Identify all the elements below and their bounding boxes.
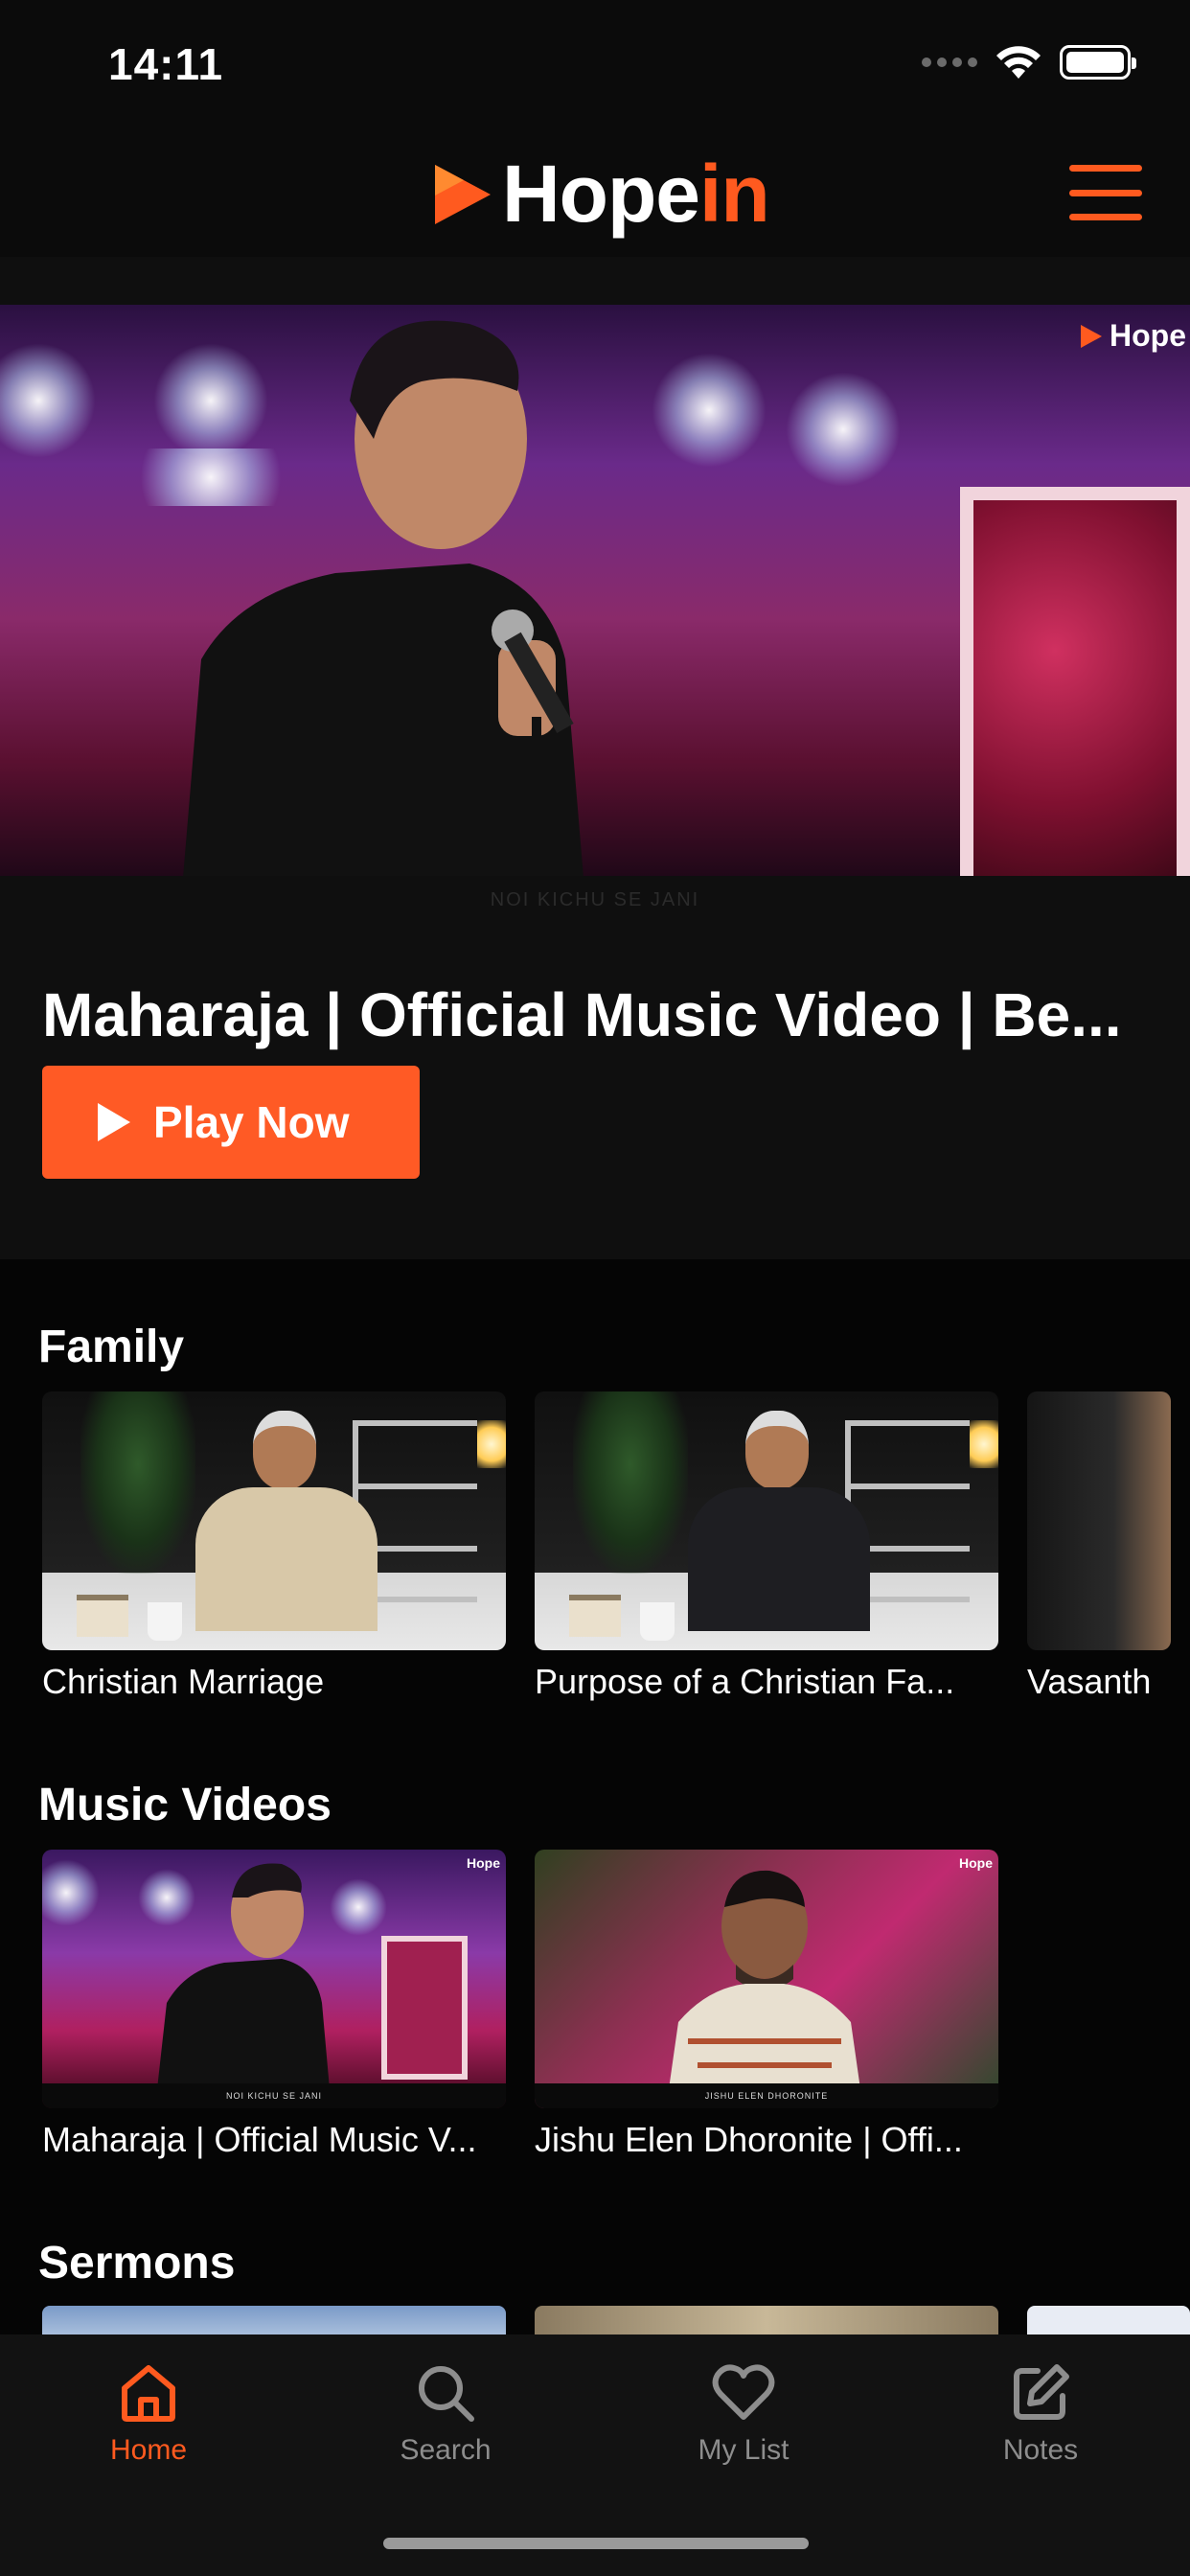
- section-title-family: Family: [38, 1322, 185, 1372]
- tab-notes[interactable]: Notes: [945, 2361, 1136, 2467]
- video-thumbnail: Hope NOI KICHU SE JANI: [42, 1850, 506, 2108]
- status-icons: [922, 44, 1136, 80]
- play-now-button[interactable]: Play Now: [42, 1066, 420, 1179]
- thumbnail-label: NOI KICHU SE JANI: [42, 2083, 506, 2108]
- video-card[interactable]: Hope NOI KICHU SE JANI Maharaja | Offici…: [42, 1850, 506, 2159]
- singer-figure: [183, 320, 584, 876]
- video-card[interactable]: Christian Marriage: [42, 1392, 506, 1701]
- video-title: Purpose of a Christian Fa...: [535, 1662, 955, 1701]
- logo-text: Hopein: [502, 149, 770, 239]
- video-title: Jishu Elen Dhoronite | Offi...: [535, 2120, 963, 2159]
- play-icon: [98, 1103, 130, 1141]
- battery-icon: [1060, 45, 1136, 80]
- edit-note-icon: [1014, 2364, 1069, 2420]
- home-indicator[interactable]: [383, 2538, 809, 2549]
- tab-label: My List: [698, 2434, 790, 2466]
- section-title-music-videos: Music Videos: [38, 1780, 332, 1830]
- status-bar: 14:11: [0, 0, 1190, 126]
- video-title: Christian Marriage: [42, 1662, 325, 1701]
- app-header: Hopein: [0, 126, 1190, 257]
- tab-label: Home: [109, 2434, 188, 2466]
- tab-label: Notes: [1002, 2434, 1079, 2466]
- logo-play-icon: [435, 164, 491, 224]
- hopein-logo[interactable]: Hopein: [431, 148, 770, 241]
- sermon-card-peek[interactable]: [1027, 2306, 1190, 2334]
- thumbnail-watermark: Hope: [959, 1855, 993, 1871]
- thumbnail-watermark: Hope: [467, 1855, 500, 1871]
- play-now-label: Play Now: [153, 1097, 350, 1147]
- music-videos-row: Hope NOI KICHU SE JANI Maharaja | Offici…: [42, 1850, 998, 2159]
- video-thumbnail: [42, 1392, 506, 1650]
- video-card[interactable]: Vasanth: [1027, 1392, 1171, 1701]
- section-title-sermons: Sermons: [38, 2238, 236, 2288]
- sermon-card-peek[interactable]: [535, 2306, 998, 2334]
- stage-sign: [960, 487, 1190, 876]
- video-thumbnail: [535, 1392, 998, 1650]
- video-card[interactable]: Hope JISHU ELEN DHORONITE Jishu Elen Dho…: [535, 1850, 998, 2159]
- hamburger-menu-icon[interactable]: [1069, 165, 1142, 220]
- video-thumbnail: [1027, 1392, 1171, 1650]
- video-thumbnail: Hope JISHU ELEN DHORONITE: [535, 1850, 998, 2108]
- wifi-icon: [996, 46, 1041, 79]
- video-card[interactable]: Purpose of a Christian Fa...: [535, 1392, 998, 1701]
- cellular-signal-icon: [922, 58, 977, 67]
- tab-label: Search: [400, 2434, 492, 2466]
- search-icon: [419, 2366, 474, 2422]
- thumbnail-label: JISHU ELEN DHORONITE: [535, 2083, 998, 2108]
- hero-video-thumbnail[interactable]: Hope: [0, 305, 1190, 876]
- status-time: 14:11: [108, 39, 224, 89]
- family-row: Christian Marriage Purpose of a Christia…: [42, 1392, 1171, 1701]
- hero-banner: Hope NOI KICHU SE JANI Maharaja | Offici…: [0, 257, 1190, 1259]
- tab-search[interactable]: Search: [350, 2361, 541, 2467]
- hero-title: Maharaja | Official Music Video | Be...: [42, 980, 1122, 1049]
- hero-watermark: Hope: [1079, 318, 1186, 354]
- video-title: Maharaja | Official Music V...: [42, 2120, 477, 2159]
- sermon-card-peek[interactable]: [42, 2306, 506, 2334]
- heart-icon: [712, 2364, 775, 2420]
- tab-home[interactable]: Home: [53, 2361, 244, 2467]
- video-title: Vasanth: [1027, 1662, 1152, 1701]
- home-icon: [122, 2365, 175, 2422]
- tab-my-list[interactable]: My List: [648, 2361, 839, 2467]
- hero-caption: NOI KICHU SE JANI: [490, 889, 700, 910]
